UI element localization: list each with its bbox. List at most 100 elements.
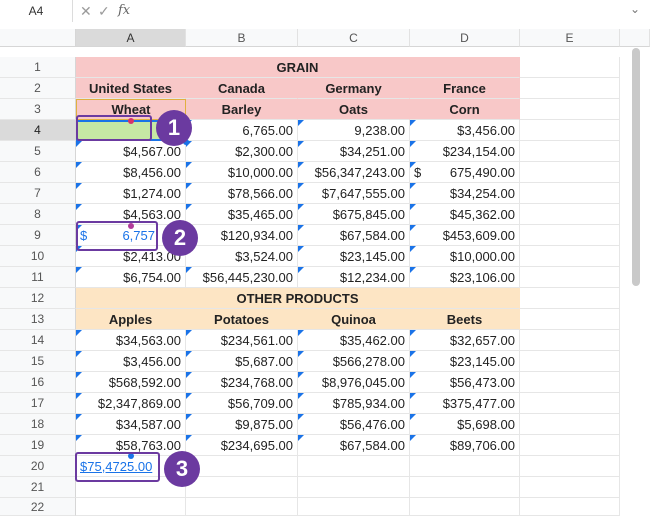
row-header-20[interactable]: 20 [0, 456, 76, 477]
cell[interactable]: $453,609.00 [410, 225, 520, 246]
row-header-13[interactable]: 13 [0, 309, 76, 330]
cell[interactable] [520, 309, 620, 330]
cell[interactable] [186, 477, 298, 498]
cell[interactable]: $34,254.00 [410, 183, 520, 204]
cell[interactable]: $234,768.00 [186, 372, 298, 393]
cell[interactable]: $34,563.00 [76, 330, 186, 351]
cell[interactable]: $7,647,555.00 [298, 183, 410, 204]
row-header-6[interactable]: 6 [0, 162, 76, 183]
header-cell[interactable]: Barley [186, 99, 298, 120]
header-cell[interactable]: Germany [298, 78, 410, 99]
row-header-1[interactable]: 1 [0, 57, 76, 78]
cell[interactable] [410, 456, 520, 477]
function-icon[interactable]: fx [118, 2, 130, 20]
row-header-16[interactable]: 16 [0, 372, 76, 393]
cell[interactable]: $785,934.00 [298, 393, 410, 414]
cell[interactable]: $35,465.00 [186, 204, 298, 225]
row-header-18[interactable]: 18 [0, 414, 76, 435]
cell[interactable]: $56,445,230.00 [186, 267, 298, 288]
cell[interactable] [520, 57, 620, 78]
name-box[interactable]: A4 [0, 0, 73, 22]
row-header-4[interactable]: 4 [0, 120, 76, 141]
row-header-9[interactable]: 9 [0, 225, 76, 246]
row-header-21[interactable]: 21 [0, 477, 76, 498]
row-header-10[interactable]: 10 [0, 246, 76, 267]
other-products-title-cell[interactable]: OTHER PRODUCTS [76, 288, 520, 309]
cell[interactable]: $5,687.00 [186, 351, 298, 372]
cell[interactable]: $10,000.00 [186, 162, 298, 183]
row-header-22[interactable]: 22 [0, 498, 76, 516]
header-cell[interactable]: Corn [410, 99, 520, 120]
row-header-7[interactable]: 7 [0, 183, 76, 204]
cancel-icon[interactable]: ✕ [80, 2, 92, 20]
cell[interactable]: $3,456.00 [76, 351, 186, 372]
cell[interactable]: $1,274.00 [76, 183, 186, 204]
cell[interactable]: $ 675,490.00 [410, 162, 520, 183]
cell[interactable] [520, 330, 620, 351]
cell[interactable]: $2,347,869.00 [76, 393, 186, 414]
cell[interactable]: $2,300.00 [186, 141, 298, 162]
header-cell[interactable]: Oats [298, 99, 410, 120]
row-header-17[interactable]: 17 [0, 393, 76, 414]
cell[interactable]: $78,566.00 [186, 183, 298, 204]
cell[interactable]: $566,278.00 [298, 351, 410, 372]
cell[interactable]: $67,584.00 [298, 225, 410, 246]
cell[interactable]: $3,524.00 [186, 246, 298, 267]
cell[interactable] [520, 414, 620, 435]
cell[interactable]: $23,145.00 [410, 351, 520, 372]
cell[interactable]: $8,456.00 [76, 162, 186, 183]
header-cell[interactable]: France [410, 78, 520, 99]
cell[interactable] [520, 393, 620, 414]
cell[interactable] [520, 225, 620, 246]
row-header-19[interactable]: 19 [0, 435, 76, 456]
column-header-a[interactable]: A [76, 29, 186, 47]
cell[interactable] [410, 477, 520, 498]
cell[interactable] [298, 477, 410, 498]
row-header-15[interactable]: 15 [0, 351, 76, 372]
cell[interactable]: $34,251.00 [298, 141, 410, 162]
cell[interactable] [520, 351, 620, 372]
cell[interactable]: $120,934.00 [186, 225, 298, 246]
cell[interactable]: $9,875.00 [186, 414, 298, 435]
header-cell[interactable]: Apples [76, 309, 186, 330]
cell[interactable] [76, 498, 186, 516]
cell[interactable] [298, 456, 410, 477]
cell[interactable] [520, 99, 620, 120]
cell[interactable]: $89,706.00 [410, 435, 520, 456]
cell[interactable]: $67,584.00 [298, 435, 410, 456]
cell[interactable] [520, 204, 620, 225]
header-cell[interactable]: United States [76, 78, 186, 99]
cell[interactable]: $675,845.00 [298, 204, 410, 225]
cell[interactable]: $45,362.00 [410, 204, 520, 225]
cell[interactable] [520, 456, 620, 477]
row-header-5[interactable]: 5 [0, 141, 76, 162]
header-cell[interactable]: Quinoa [298, 309, 410, 330]
expand-formula-icon[interactable]: ⌄ [630, 2, 640, 16]
row-header-2[interactable]: 2 [0, 78, 76, 99]
cell[interactable] [520, 498, 620, 516]
cell[interactable]: $23,145.00 [298, 246, 410, 267]
cell[interactable]: 6,765.00 [186, 120, 298, 141]
column-header-e[interactable]: E [520, 29, 620, 47]
cell[interactable]: $234,561.00 [186, 330, 298, 351]
cell[interactable] [520, 288, 620, 309]
cell[interactable] [520, 78, 620, 99]
grain-title-cell[interactable]: GRAIN [76, 57, 520, 78]
cell[interactable]: $10,000.00 [410, 246, 520, 267]
cell[interactable]: $568,592.00 [76, 372, 186, 393]
cell[interactable] [520, 477, 620, 498]
cell[interactable] [520, 372, 620, 393]
row-header-3[interactable]: 3 [0, 99, 76, 120]
cell[interactable] [520, 267, 620, 288]
column-header-c[interactable]: C [298, 29, 410, 47]
cell[interactable]: $56,347,243.00 [298, 162, 410, 183]
cell[interactable] [520, 141, 620, 162]
cell[interactable]: $32,657.00 [410, 330, 520, 351]
header-cell[interactable]: Beets [410, 309, 520, 330]
cell[interactable]: $8,976,045.00 [298, 372, 410, 393]
column-header-d[interactable]: D [410, 29, 520, 47]
cell[interactable]: $5,698.00 [410, 414, 520, 435]
cell[interactable]: $34,587.00 [76, 414, 186, 435]
cell[interactable] [186, 456, 298, 477]
cell[interactable] [410, 498, 520, 516]
